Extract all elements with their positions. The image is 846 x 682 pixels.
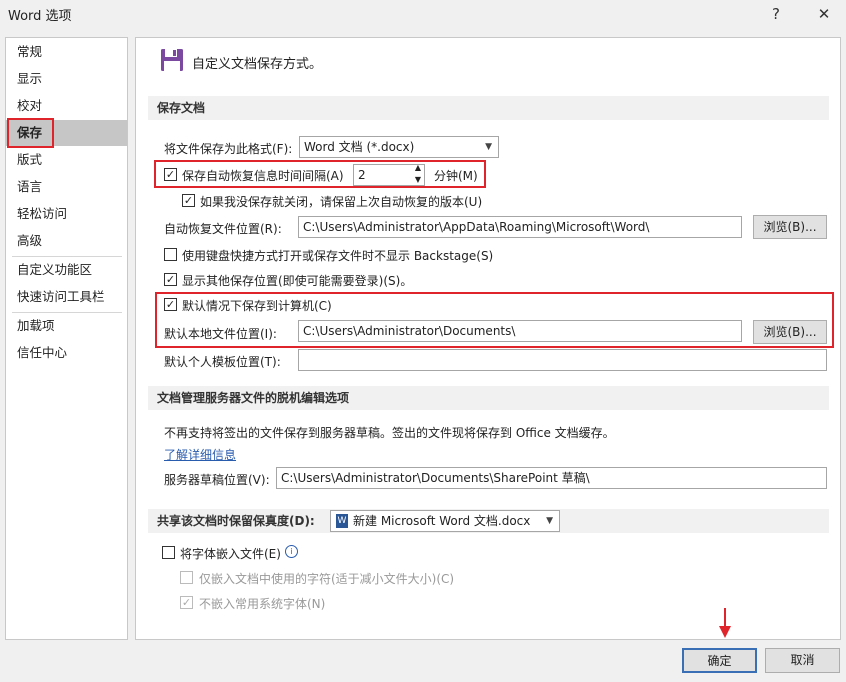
window-title: Word 选项 [8, 9, 72, 24]
format-dropdown[interactable]: Word 文档 (*.docx) ▼ [299, 136, 499, 158]
page-heading: 自定义文档保存方式。 [192, 57, 323, 72]
keep-last-version-checkbox[interactable]: ✓ [182, 194, 195, 207]
ok-button[interactable]: 确定 [682, 648, 757, 673]
sidebar-item-addins[interactable]: 加载项 [6, 313, 127, 339]
default-template-input[interactable] [298, 349, 827, 371]
sidebar-item-customize-ribbon[interactable]: 自定义功能区 [6, 257, 127, 283]
sidebar-item-advanced[interactable]: 高级 [6, 228, 127, 254]
sidebar-item-general[interactable]: 常规 [6, 39, 127, 65]
drafts-location-label: 服务器草稿位置(V): [164, 473, 270, 487]
embed-fonts-label: 将字体嵌入文件(E) [180, 547, 281, 561]
sidebar-item-display[interactable]: 显示 [6, 66, 127, 92]
sidebar-item-quick-access[interactable]: 快速访问工具栏 [6, 284, 127, 310]
format-label: 将文件保存为此格式(F): [164, 142, 293, 156]
show-additional-checkbox[interactable]: ✓ [164, 273, 177, 286]
highlight-default-location [155, 292, 834, 348]
chevron-down-icon: ▼ [546, 516, 553, 526]
fidelity-document-value: 新建 Microsoft Word 文档.docx [353, 514, 531, 528]
offline-info-text: 不再支持将签出的文件保存到服务器草稿。签出的文件现将保存到 Office 文档缓… [164, 426, 615, 440]
learn-more-link[interactable]: 了解详细信息 [164, 446, 236, 463]
floppy-disk-icon [160, 48, 184, 72]
no-common-fonts-checkbox: ✓ [180, 596, 193, 609]
fidelity-document-dropdown[interactable]: W 新建 Microsoft Word 文档.docx ▼ [330, 510, 560, 532]
highlight-autorecover [154, 160, 486, 188]
sidebar-item-language[interactable]: 语言 [6, 174, 127, 200]
sidebar-item-accessibility[interactable]: 轻松访问 [6, 201, 127, 227]
keep-last-version-label: 如果我没保存就关闭，请保留上次自动恢复的版本(U) [200, 195, 483, 209]
autorecover-location-input[interactable]: C:\Users\Administrator\AppData\Roaming\M… [298, 216, 742, 238]
embed-fonts-checkbox[interactable] [162, 546, 175, 559]
fidelity-title: 共享该文档时保留保真度(D): [157, 514, 315, 528]
section-header-save: 保存文档 [148, 96, 829, 120]
embed-used-only-checkbox [180, 571, 193, 584]
sidebar-item-layout[interactable]: 版式 [6, 147, 127, 173]
info-icon[interactable]: i [285, 545, 298, 558]
cancel-button[interactable]: 取消 [765, 648, 840, 673]
no-common-fonts-label: 不嵌入常用系统字体(N) [199, 597, 326, 611]
backstage-label: 使用键盘快捷方式打开或保存文件时不显示 Backstage(S) [182, 249, 494, 263]
chevron-down-icon: ▼ [485, 142, 492, 152]
format-value: Word 文档 (*.docx) [304, 140, 415, 154]
sidebar-item-trust-center[interactable]: 信任中心 [6, 340, 127, 366]
backstage-checkbox[interactable] [164, 248, 177, 261]
arrow-down-icon [717, 608, 733, 638]
browse-autorecover-button[interactable]: 浏览(B)... [753, 215, 827, 239]
embed-used-only-label: 仅嵌入文档中使用的字符(适于减小文件大小)(C) [199, 572, 455, 586]
show-additional-label: 显示其他保存位置(即使可能需要登录)(S)。 [182, 274, 413, 288]
drafts-location-input[interactable]: C:\Users\Administrator\Documents\SharePo… [276, 467, 827, 489]
sidebar-item-proofing[interactable]: 校对 [6, 93, 127, 119]
highlight-save-item [7, 118, 54, 148]
default-template-label: 默认个人模板位置(T): [164, 355, 281, 369]
close-button[interactable]: ✕ [810, 2, 838, 26]
section-header-offline: 文档管理服务器文件的脱机编辑选项 [148, 386, 829, 410]
help-button[interactable]: ? [762, 2, 790, 26]
autorecover-location-label: 自动恢复文件位置(R): [164, 222, 282, 236]
word-document-icon: W [336, 514, 348, 528]
